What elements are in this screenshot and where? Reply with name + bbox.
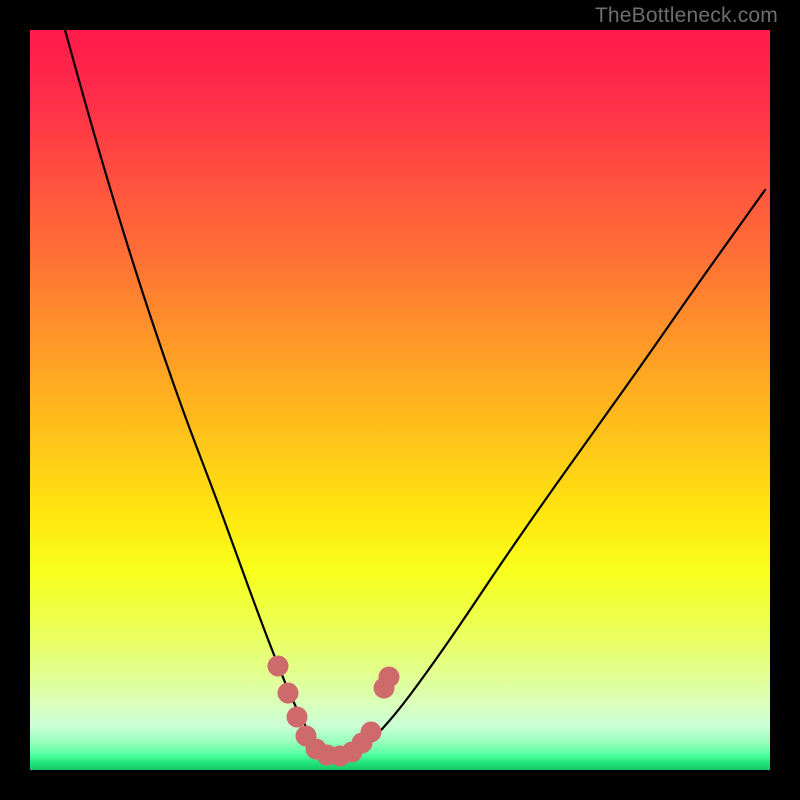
- marker-dot: [379, 667, 400, 688]
- watermark-bar: TheBottleneck.com: [0, 0, 800, 30]
- marker-dot: [287, 707, 308, 728]
- bottleneck-curve: [65, 30, 765, 754]
- marker-dot: [268, 656, 289, 677]
- bottom-markers: [268, 656, 400, 767]
- marker-dot: [278, 683, 299, 704]
- watermark-text: TheBottleneck.com: [595, 4, 778, 28]
- chart-svg: [30, 30, 770, 770]
- marker-dot: [361, 722, 382, 743]
- plot-area: [30, 30, 770, 770]
- chart-frame: TheBottleneck.com: [0, 0, 800, 800]
